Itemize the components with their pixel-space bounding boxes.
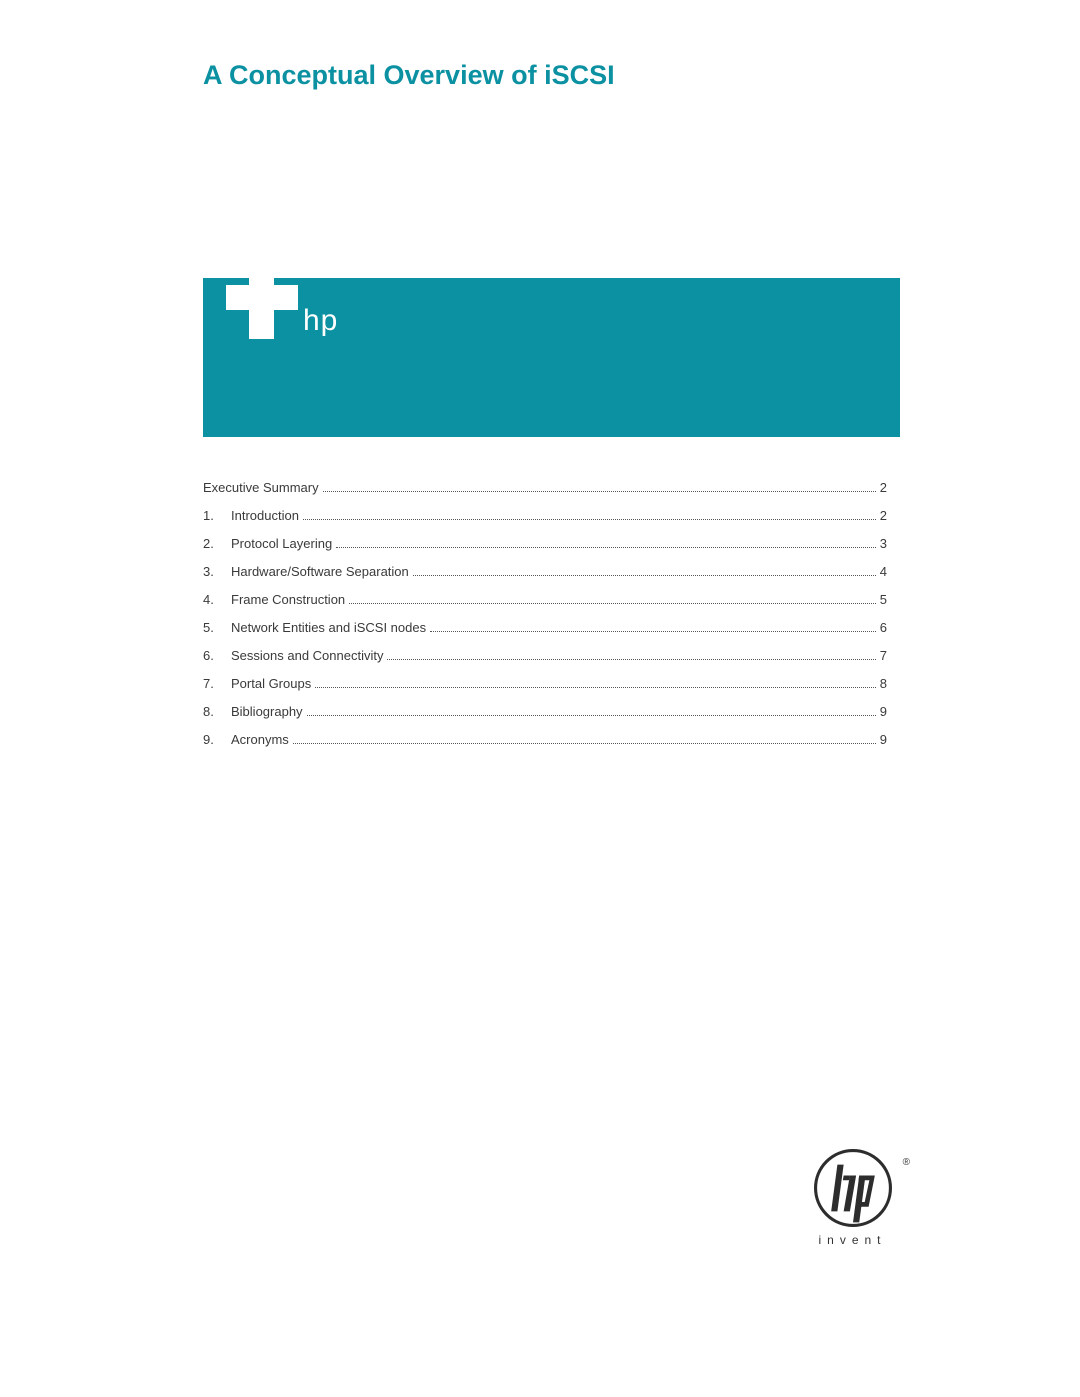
toc-label: Network Entities and iSCSI nodes — [231, 620, 426, 635]
toc-entry[interactable]: 5. Network Entities and iSCSI nodes 6 — [203, 620, 887, 635]
toc-entry[interactable]: 3. Hardware/Software Separation 4 — [203, 564, 887, 579]
toc-label: Introduction — [231, 508, 299, 523]
toc-number: 7. — [203, 676, 231, 691]
toc-label: Portal Groups — [231, 676, 311, 691]
toc-leader-dots — [303, 509, 876, 520]
hp-invent-logo: ® invent — [805, 1149, 900, 1247]
toc-entry-executive-summary[interactable]: Executive Summary 2 — [203, 480, 887, 495]
toc-label: Executive Summary — [203, 480, 319, 495]
toc-page-number: 5 — [880, 592, 887, 607]
toc-label: Bibliography — [231, 704, 303, 719]
toc-label: Frame Construction — [231, 592, 345, 607]
toc-page-number: 7 — [880, 648, 887, 663]
toc-entry[interactable]: 7. Portal Groups 8 — [203, 676, 887, 691]
toc-entry[interactable]: 6. Sessions and Connectivity 7 — [203, 648, 887, 663]
plus-icon — [226, 257, 298, 329]
toc-leader-dots — [315, 677, 876, 688]
toc-page-number: 8 — [880, 676, 887, 691]
toc-leader-dots — [387, 649, 875, 660]
toc-leader-dots — [336, 537, 876, 548]
toc-number: 8. — [203, 704, 231, 719]
toc-leader-dots — [293, 733, 876, 744]
toc-page-number: 4 — [880, 564, 887, 579]
toc-page-number: 2 — [880, 480, 887, 495]
toc-label: Protocol Layering — [231, 536, 332, 551]
toc-entry[interactable]: 1. Introduction 2 — [203, 508, 887, 523]
toc-number: 3. — [203, 564, 231, 579]
toc-number: 2. — [203, 536, 231, 551]
toc-label: Hardware/Software Separation — [231, 564, 409, 579]
toc-label: Acronyms — [231, 732, 289, 747]
toc-entry[interactable]: 4. Frame Construction 5 — [203, 592, 887, 607]
toc-page-number: 9 — [880, 704, 887, 719]
toc-number: 1. — [203, 508, 231, 523]
toc-page-number: 6 — [880, 620, 887, 635]
toc-entry[interactable]: 2. Protocol Layering 3 — [203, 536, 887, 551]
toc-number: 4. — [203, 592, 231, 607]
brand-text: hp — [303, 304, 338, 338]
toc-leader-dots — [413, 565, 876, 576]
toc-number: 9. — [203, 732, 231, 747]
hp-logo-icon — [814, 1149, 892, 1227]
page-title: A Conceptual Overview of iSCSI — [203, 60, 615, 91]
toc-entry[interactable]: 8. Bibliography 9 — [203, 704, 887, 719]
toc-number: 5. — [203, 620, 231, 635]
toc-leader-dots — [323, 481, 876, 492]
document-page: A Conceptual Overview of iSCSI hp Execut… — [0, 0, 1080, 1397]
toc-page-number: 2 — [880, 508, 887, 523]
toc-label: Sessions and Connectivity — [231, 648, 383, 663]
toc-number: 6. — [203, 648, 231, 663]
toc-entry[interactable]: 9. Acronyms 9 — [203, 732, 887, 747]
hp-tagline: invent — [805, 1233, 900, 1247]
toc-leader-dots — [430, 621, 876, 632]
brand-banner: hp — [203, 278, 900, 437]
toc-leader-dots — [307, 705, 876, 716]
toc-leader-dots — [349, 593, 876, 604]
toc-page-number: 9 — [880, 732, 887, 747]
toc-page-number: 3 — [880, 536, 887, 551]
registered-mark: ® — [903, 1157, 910, 1168]
table-of-contents: Executive Summary 2 1. Introduction 2 2.… — [203, 480, 887, 760]
